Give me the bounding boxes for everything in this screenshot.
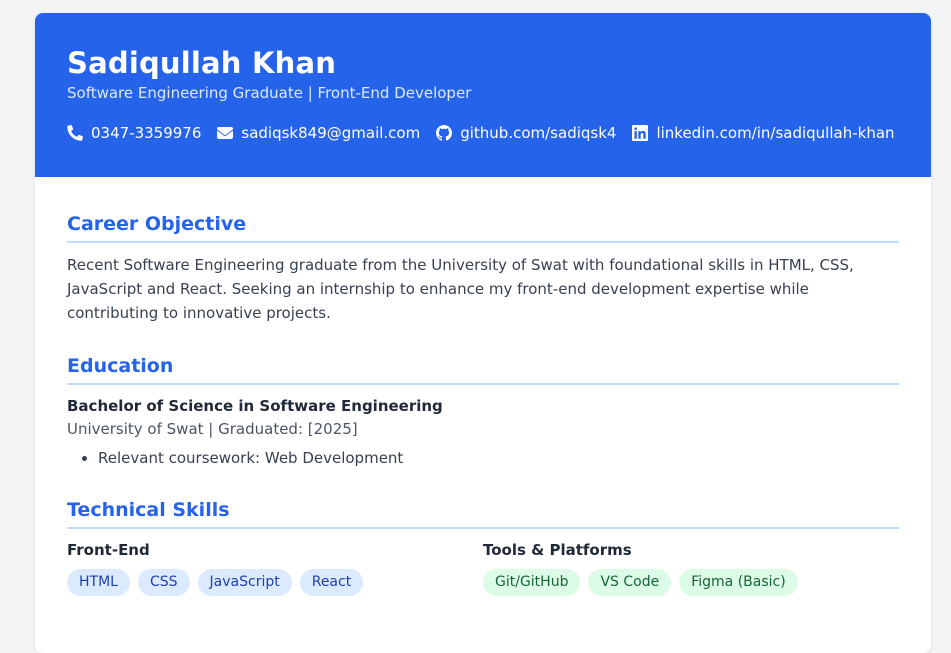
contact-email[interactable]: sadiqsk849@gmail.com <box>217 123 420 143</box>
contact-bar: 0347-3359976 sadiqsk849@gmail.com github… <box>67 123 899 143</box>
resume-body: Career Objective Recent Software Enginee… <box>35 177 931 596</box>
skill-tag-css: CSS <box>137 569 190 596</box>
contact-phone[interactable]: 0347-3359976 <box>67 123 201 143</box>
degree-title: Bachelor of Science in Software Engineer… <box>67 397 443 415</box>
skills-title: Technical Skills <box>67 497 899 529</box>
email-text: sadiqsk849@gmail.com <box>241 124 421 142</box>
skills-section: Technical Skills Front-End HTML CSS Java… <box>67 497 899 596</box>
skill-tag-vscode: VS Code <box>588 569 672 596</box>
skill-tag-figma: Figma (Basic) <box>679 569 798 596</box>
school-line: University of Swat | Graduated: [2025] <box>67 420 358 438</box>
frontend-skills: Front-End HTML CSS JavaScript React <box>67 539 483 596</box>
skill-tag-git: Git/GitHub <box>483 569 581 596</box>
skills-grid: Front-End HTML CSS JavaScript React Tool… <box>67 539 899 596</box>
skill-tag-html: HTML <box>67 569 130 596</box>
resume-header: Sadiqullah Khan Software Engineering Gra… <box>35 13 931 177</box>
skill-tag-react: React <box>299 569 364 596</box>
contact-github[interactable]: github.com/sadiqsk4 <box>436 123 616 143</box>
skill-tag-javascript: JavaScript <box>197 569 292 596</box>
frontend-heading: Front-End <box>67 541 150 559</box>
tools-heading: Tools & Platforms <box>483 541 632 559</box>
candidate-subtitle: Software Engineering Graduate | Front-En… <box>67 84 472 102</box>
coursework-list: Relevant coursework: Web Development <box>67 447 899 469</box>
objective-text: Recent Software Engineering graduate fro… <box>67 256 854 322</box>
frontend-tags: HTML CSS JavaScript React <box>67 569 483 596</box>
phone-text: 0347-3359976 <box>91 124 202 142</box>
phone-icon <box>67 125 83 141</box>
list-item: Relevant coursework: Web Development <box>98 447 899 469</box>
contact-linkedin[interactable]: linkedin.com/in/sadiqullah-khan <box>632 123 895 143</box>
objective-title: Career Objective <box>67 211 899 243</box>
tools-tags: Git/GitHub VS Code Figma (Basic) <box>483 569 899 596</box>
resume-card: Sadiqullah Khan Software Engineering Gra… <box>35 13 931 653</box>
tools-skills: Tools & Platforms Git/GitHub VS Code Fig… <box>483 539 899 596</box>
envelope-icon <box>217 127 234 139</box>
github-icon <box>436 125 453 141</box>
linkedin-text: linkedin.com/in/sadiqullah-khan <box>656 124 895 142</box>
github-text: github.com/sadiqsk4 <box>460 124 617 142</box>
candidate-name: Sadiqullah Khan <box>67 46 337 80</box>
objective-section: Career Objective Recent Software Enginee… <box>67 211 899 325</box>
education-title: Education <box>67 353 899 385</box>
education-section: Education Bachelor of Science in Softwar… <box>67 353 899 469</box>
linkedin-icon <box>632 125 649 141</box>
